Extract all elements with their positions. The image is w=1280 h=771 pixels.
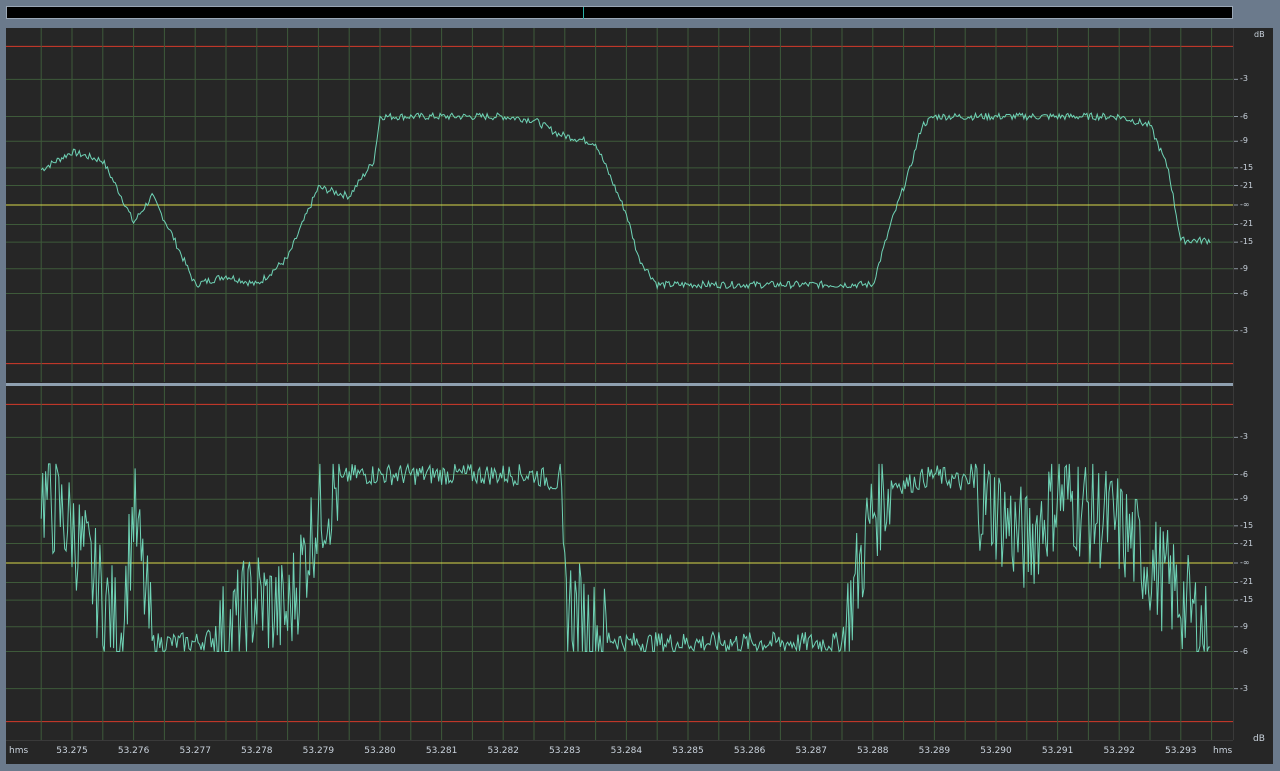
time-tick-label: 53.285	[672, 746, 704, 756]
time-tick-label: 53.277	[179, 746, 211, 756]
db-label: -15	[1240, 237, 1254, 247]
db-ruler-ticks	[1234, 78, 1238, 690]
db-label: -21	[1240, 577, 1254, 587]
time-tick-label: 53.286	[733, 746, 766, 756]
db-label: -21	[1240, 219, 1254, 229]
db-label: -3	[1240, 683, 1248, 693]
time-tick-label: 53.275	[56, 746, 88, 756]
time-tick-label: 53.276	[117, 746, 150, 756]
db-label: -21	[1240, 538, 1254, 548]
db-label: -3	[1240, 325, 1248, 335]
time-tick-label: 53.290	[980, 746, 1012, 756]
playhead-marker[interactable]	[582, 7, 584, 19]
db-label: -21	[1240, 180, 1254, 190]
time-tick-label: 53.282	[487, 746, 519, 756]
time-tick-label: 53.293	[1165, 746, 1197, 756]
db-label: -6	[1240, 469, 1248, 479]
db-label: -∞	[1240, 200, 1250, 209]
db-label: -3	[1240, 432, 1248, 442]
time-tick-label: 53.283	[549, 746, 581, 756]
time-tick-label: 53.291	[1041, 746, 1074, 756]
time-tick-label: 53.280	[364, 746, 396, 756]
db-label: -3	[1240, 74, 1248, 84]
db-label: -9	[1240, 136, 1248, 146]
db-unit-label-top: dB	[1254, 30, 1265, 39]
time-tick-label: 53.287	[795, 746, 827, 756]
time-unit-label-left: hms	[9, 746, 29, 756]
db-label: -15	[1240, 595, 1254, 605]
db-label: -∞	[1240, 558, 1250, 567]
top-channel-waveform	[40, 111, 1211, 291]
db-label: -9	[1240, 263, 1248, 273]
overview-bar[interactable]	[6, 6, 1233, 19]
time-unit-label-right: hms	[1213, 746, 1233, 756]
bottom-channel-waveform	[40, 462, 1211, 653]
db-label: -15	[1240, 162, 1254, 172]
time-tick-label: 53.279	[302, 746, 335, 756]
time-tick-label: 53.284	[610, 746, 643, 756]
time-tick-label: 53.278	[241, 746, 273, 756]
time-tick-label: 53.281	[425, 746, 458, 756]
db-label: -9	[1240, 494, 1248, 504]
db-label: -6	[1240, 646, 1248, 656]
db-unit-label-bottom: dB	[1253, 734, 1265, 744]
channel-divider[interactable]	[6, 383, 1273, 386]
ruler-corner: dB	[1233, 734, 1273, 764]
db-label: -6	[1240, 111, 1248, 121]
time-tick-label: 53.292	[1103, 746, 1135, 756]
db-label: -15	[1240, 520, 1254, 530]
time-tick-label: 53.288	[857, 746, 889, 756]
db-ruler: dB -3 -6 -9 -15 -21 -∞ -21 -15 -9 -6 -3 -3 -6 -9 -15 -2…	[1233, 28, 1273, 740]
time-ruler: hms hms 53.275 53.276 53.277 53.278 53.279 53…	[6, 740, 1233, 764]
db-label: -6	[1240, 288, 1248, 298]
db-label: -9	[1240, 621, 1248, 631]
time-tick-label: 53.289	[918, 746, 951, 756]
